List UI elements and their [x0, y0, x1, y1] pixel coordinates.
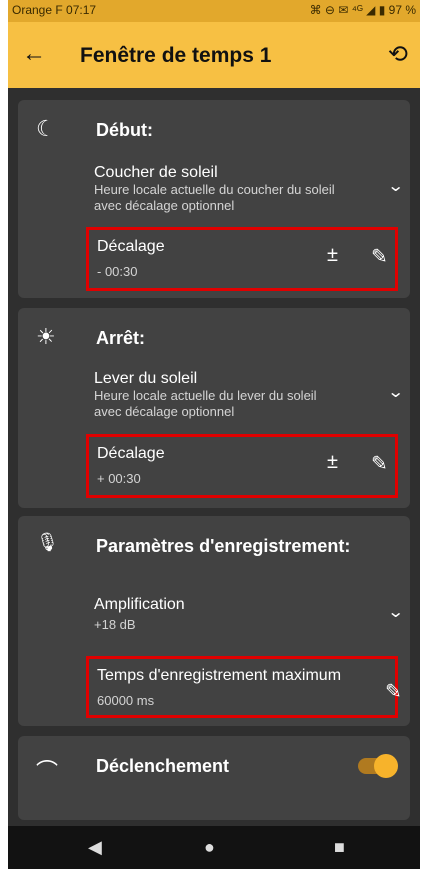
- trigger-icon: ⌒: [36, 759, 59, 784]
- app-bar: ← Fenêtre de temps 1 ⟲: [8, 22, 420, 88]
- stop-offset-value: + 00:30: [97, 471, 141, 486]
- edit-pencil-icon[interactable]: ✎: [385, 679, 402, 704]
- edit-pencil-icon[interactable]: ✎: [371, 451, 388, 476]
- edit-pencil-icon[interactable]: ✎: [371, 244, 388, 269]
- start-title: Début:: [96, 120, 153, 140]
- restore-icon[interactable]: ⟲: [388, 40, 408, 69]
- max-recording-value: 60000 ms: [97, 693, 155, 708]
- sunrise-desc-line1: Heure locale actuelle du lever du soleil: [94, 388, 317, 403]
- plus-minus-icon[interactable]: ±: [327, 451, 338, 474]
- chevron-down-icon[interactable]: ⌄: [387, 602, 404, 622]
- chevron-down-icon[interactable]: ⌄: [387, 382, 404, 402]
- stop-card: ☀ Arrêt: Lever du soleil Heure locale ac…: [18, 308, 410, 508]
- status-icons: ⌘ ⊖ ✉ ⁴ᴳ ◢ ▮ 97 %: [309, 3, 416, 17]
- sunrise-desc-line2: avec décalage optionnel: [94, 404, 235, 419]
- recording-card: 🎙 Paramètres d'enregistrement: Amplifica…: [18, 516, 410, 726]
- status-bar: Orange F 07:17 ⌘ ⊖ ✉ ⁴ᴳ ◢ ▮ 97 %: [8, 0, 420, 22]
- start-offset-label: Décalage: [97, 238, 165, 255]
- back-arrow-icon[interactable]: ←: [22, 40, 46, 68]
- max-recording-row[interactable]: Temps d'enregistrement maximum 60000 ms …: [86, 656, 402, 718]
- trigger-title: Déclenchement: [96, 756, 230, 776]
- moon-icon: ☾: [36, 116, 56, 141]
- max-recording-label: Temps d'enregistrement maximum: [97, 667, 342, 684]
- start-offset-row[interactable]: Décalage - 00:30 ± ✎: [86, 227, 398, 291]
- status-carrier-time: Orange F 07:17: [12, 3, 97, 17]
- trigger-card: ⌒ Déclenchement: [18, 736, 410, 820]
- trigger-toggle[interactable]: [358, 754, 398, 778]
- sun-icon: ☀: [36, 324, 56, 349]
- start-offset-value: - 00:30: [97, 264, 138, 279]
- app-screen: Orange F 07:17 ⌘ ⊖ ✉ ⁴ᴳ ◢ ▮ 97 % ← Fenêt…: [8, 0, 420, 869]
- amplification-value: +18 dB: [94, 617, 136, 632]
- nav-recents-icon[interactable]: ■: [334, 837, 345, 858]
- stop-title: Arrêt:: [96, 328, 146, 348]
- sunset-desc-line2: avec décalage optionnel: [94, 198, 235, 213]
- stop-offset-label: Décalage: [97, 445, 165, 462]
- sunrise-label: Lever du soleil: [94, 370, 198, 387]
- toggle-knob: [374, 754, 398, 778]
- sunset-label: Coucher de soleil: [94, 164, 218, 181]
- page-title: Fenêtre de temps 1: [80, 44, 272, 67]
- microphone-icon: 🎙: [36, 532, 59, 552]
- nav-home-icon[interactable]: ●: [204, 837, 215, 858]
- stop-offset-row[interactable]: Décalage + 00:30 ± ✎: [86, 434, 398, 498]
- nav-back-icon[interactable]: ◀: [88, 837, 102, 858]
- plus-minus-icon[interactable]: ±: [327, 244, 338, 267]
- system-nav-bar: ◀ ● ■: [8, 826, 420, 869]
- amplification-label: Amplification: [94, 596, 185, 613]
- recording-title: Paramètres d'enregistrement:: [96, 536, 351, 556]
- start-card: ☾ Début: Coucher de soleil Heure locale …: [18, 100, 410, 298]
- sunset-desc-line1: Heure locale actuelle du coucher du sole…: [94, 182, 335, 197]
- chevron-down-icon[interactable]: ⌄: [387, 176, 404, 196]
